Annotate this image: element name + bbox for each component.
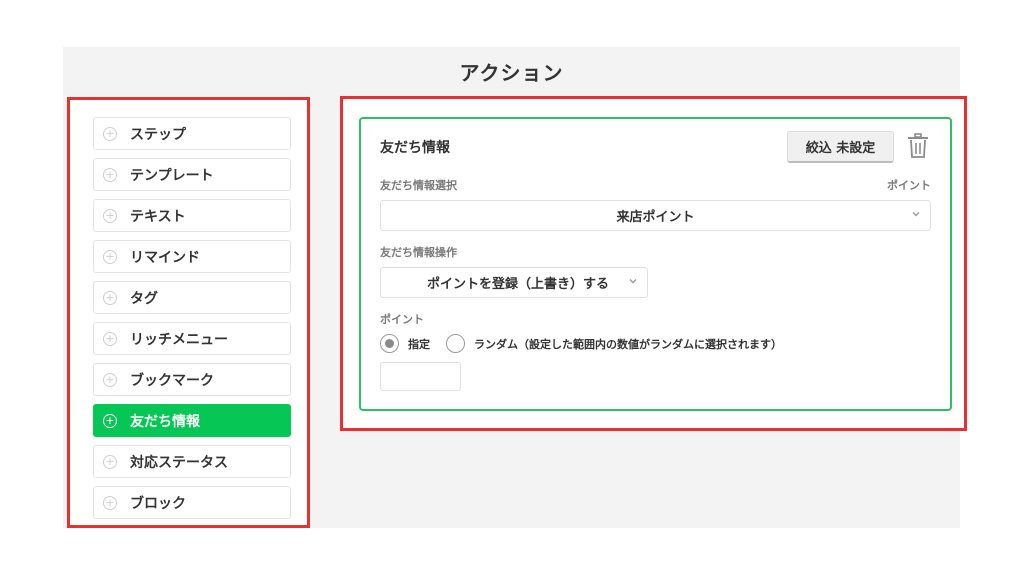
plus-circle-icon: +: [103, 126, 117, 141]
select-value: ポイントを登録（上書き）する: [427, 277, 610, 292]
chevron-down-icon: [912, 212, 920, 217]
plus-circle-icon: +: [103, 167, 117, 182]
sidebar-item-tag[interactable]: + タグ: [93, 281, 291, 314]
sidebar-item-label: ステップ: [130, 126, 186, 143]
plus-circle-icon: +: [103, 208, 117, 223]
friend-info-select[interactable]: 来店ポイント: [380, 200, 931, 231]
sidebar-item-label: テンプレート: [130, 167, 214, 184]
sidebar-item-label: テキスト: [130, 208, 186, 225]
plus-circle-icon: +: [103, 249, 117, 264]
radio-random[interactable]: [446, 334, 465, 353]
point-mode-radio-group: 指定 ランダム（設定した範囲内の数値がランダムに選択されます）: [380, 334, 782, 353]
radio-random-label: ランダム（設定した範囲内の数値がランダムに選択されます）: [474, 337, 782, 351]
select-value: 来店ポイント: [616, 210, 695, 225]
plus-circle-icon: +: [103, 413, 117, 428]
sidebar-item-remind[interactable]: + リマインド: [93, 240, 291, 273]
sidebar-item-text[interactable]: + テキスト: [93, 199, 291, 232]
radio-specified[interactable]: [380, 334, 399, 353]
sidebar-item-block[interactable]: + ブロック: [93, 486, 291, 519]
sidebar-item-label: 友だち情報: [130, 413, 200, 430]
sidebar-item-step[interactable]: + ステップ: [93, 117, 291, 150]
radio-selected-dot: [385, 339, 394, 348]
friend-info-type-label: ポイント: [887, 179, 931, 192]
operation-select[interactable]: ポイントを登録（上書き）する: [380, 267, 648, 298]
card-title: 友だち情報: [380, 140, 450, 156]
operation-label: 友だち情報操作: [380, 246, 457, 259]
radio-specified-label: 指定: [408, 337, 430, 351]
point-value-input[interactable]: [380, 362, 461, 391]
friend-info-select-label: 友だち情報選択: [380, 179, 457, 192]
plus-circle-icon: +: [103, 454, 117, 469]
sidebar-item-rich-menu[interactable]: + リッチメニュー: [93, 322, 291, 355]
filter-button[interactable]: 絞込 未設定: [787, 131, 894, 163]
sidebar-item-bookmark[interactable]: + ブックマーク: [93, 363, 291, 396]
plus-circle-icon: +: [103, 495, 117, 510]
sidebar-item-label: リマインド: [130, 249, 200, 266]
sidebar-item-status[interactable]: + 対応ステータス: [93, 445, 291, 478]
point-label: ポイント: [380, 313, 424, 326]
sidebar-item-label: タグ: [130, 290, 158, 307]
action-editor-frame: 友だち情報 絞込 未設定 友だち情報選択 ポイント 来店ポイント 友だち情報操作…: [340, 96, 967, 431]
sidebar-item-template[interactable]: + テンプレート: [93, 158, 291, 191]
plus-circle-icon: +: [103, 372, 117, 387]
sidebar-item-friend-info[interactable]: + 友だち情報: [93, 404, 291, 437]
plus-circle-icon: +: [103, 290, 117, 305]
sidebar-item-label: ブロック: [130, 495, 186, 512]
sidebar-item-label: ブックマーク: [130, 372, 214, 389]
action-type-sidebar: + ステップ + テンプレート + テキスト + リマインド + タグ + リッ…: [67, 97, 310, 528]
screen: アクション + ステップ + テンプレート + テキスト + リマインド + タ…: [0, 0, 1024, 576]
page-title: アクション: [459, 60, 564, 85]
plus-circle-icon: +: [103, 331, 117, 346]
sidebar-item-label: リッチメニュー: [130, 331, 228, 348]
friend-info-action-card: 友だち情報 絞込 未設定 友だち情報選択 ポイント 来店ポイント 友だち情報操作…: [359, 117, 952, 411]
sidebar-item-label: 対応ステータス: [130, 454, 228, 471]
trash-icon[interactable]: [907, 133, 929, 159]
chevron-down-icon: [629, 279, 637, 284]
